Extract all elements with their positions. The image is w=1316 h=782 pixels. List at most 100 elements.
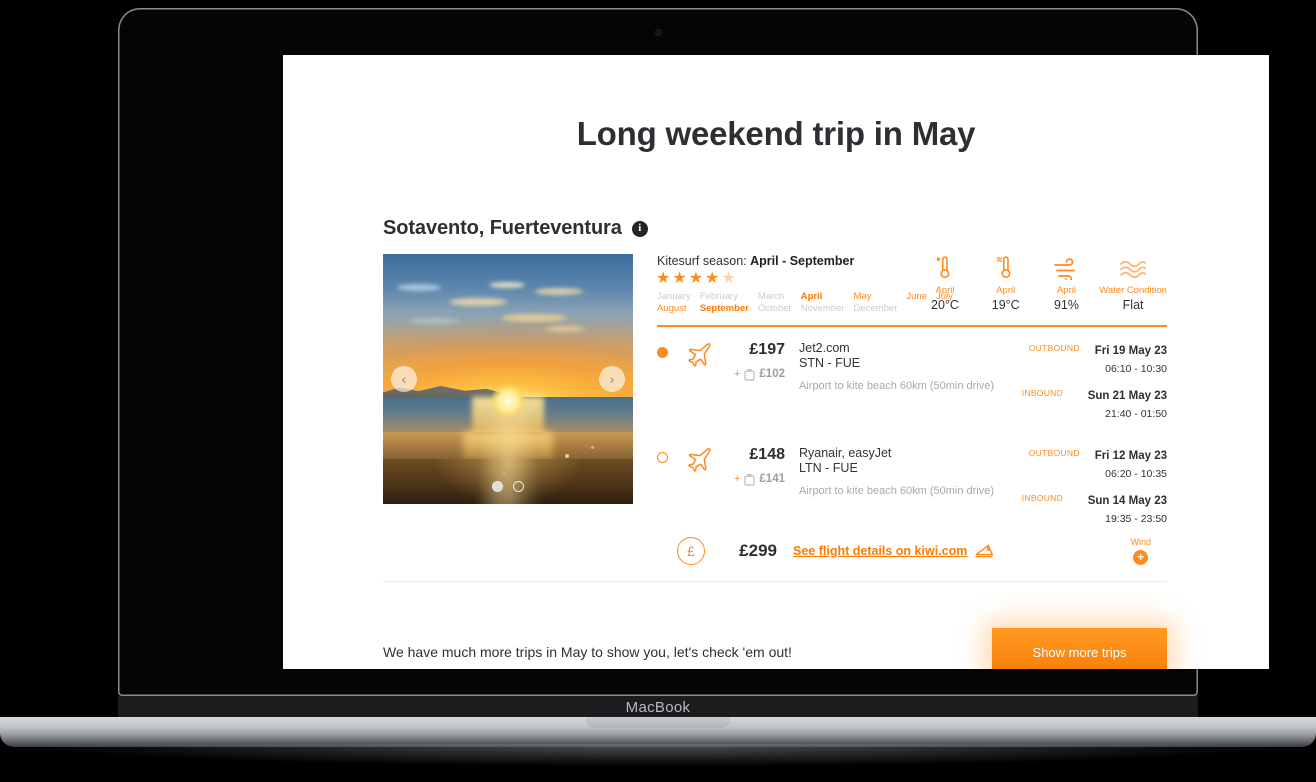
carousel-prev-icon[interactable]: ‹ <box>391 366 417 392</box>
water-waves-icon <box>1118 254 1148 280</box>
month-march: March <box>757 291 785 302</box>
month-december: December <box>853 303 898 314</box>
inbound-leg: INBOUND Sun 14 May 23 19:35 - 23:50 <box>999 491 1167 527</box>
star-half-icon: ★ <box>721 270 736 287</box>
metric-water-temperature: April 19°C <box>978 254 1034 312</box>
suitcase-icon <box>744 473 756 486</box>
macbook-base-shadow <box>38 744 1278 766</box>
flight-price-block: £148 + £141 <box>727 446 785 486</box>
plane-icon <box>683 446 727 478</box>
months-grid: January February March April May June Ju… <box>657 291 953 314</box>
outbound-date: Fri 12 May 23 <box>1094 449 1167 462</box>
currency-icon: £ <box>677 536 705 565</box>
flight-times: OUTBOUND Fri 12 May 23 06:20 - 10:35 INB… <box>999 446 1167 527</box>
metric-water-condition: Water Condition Flat <box>1099 254 1167 312</box>
metric-value: Flat <box>1122 298 1144 312</box>
baggage-row: + £141 <box>727 473 785 486</box>
wind-label: Wind <box>1130 536 1151 547</box>
water-temperature-icon <box>995 254 1017 280</box>
flight-times: OUTBOUND Fri 19 May 23 06:10 - 10:30 INB… <box>999 341 1167 422</box>
flight-option-row[interactable]: £197 + £102 Jet2.com STN - FUE Airport t… <box>657 327 1167 422</box>
weather-metrics: April 20°C April 19°C April 91% Water Co… <box>907 254 1167 312</box>
inbound-dates: Sun 21 May 23 21:40 - 01:50 <box>1088 386 1167 422</box>
add-wind-icon[interactable]: + <box>1133 549 1149 565</box>
flight-route: LTN - FUE <box>799 461 858 476</box>
sand-speck <box>591 446 594 449</box>
inbound-dates: Sun 14 May 23 19:35 - 23:50 <box>1088 491 1167 527</box>
kiwi-link[interactable]: See flight details on kiwi.com <box>793 544 967 558</box>
star-icon: ★ <box>688 270 704 287</box>
carousel-next-icon[interactable]: › <box>599 366 625 392</box>
inbound-tag: INBOUND <box>1021 492 1064 503</box>
page-title: Long weekend trip in May <box>576 115 976 152</box>
sand-speck <box>565 454 569 458</box>
outbound-tag: OUTBOUND <box>1028 447 1080 458</box>
inbound-date: Sun 21 May 23 <box>1087 389 1167 402</box>
month-january: January <box>657 291 691 302</box>
cloud <box>489 282 525 288</box>
metric-value: 91% <box>1053 298 1079 312</box>
flight-transfer-note: Airport to kite beach 60km (50min drive) <box>799 379 995 392</box>
flight-select-radio[interactable] <box>657 341 683 358</box>
sky-layer <box>383 254 633 402</box>
metric-label: Water Condition <box>1099 285 1167 296</box>
month-april: April <box>800 291 823 302</box>
outbound-dates: Fri 19 May 23 06:10 - 10:30 <box>1095 341 1167 377</box>
trip-section: Sotavento, Fuerteventura i ‹ › Kitesurf … <box>383 217 1167 669</box>
image-carousel[interactable]: ‹ › <box>383 254 633 504</box>
macbook-base <box>0 717 1316 747</box>
season-row: Kitesurf season: April - September ★ ★ ★… <box>656 254 1167 314</box>
cloud <box>397 284 441 291</box>
outbound-time: 06:20 - 10:35 <box>1105 467 1167 480</box>
total-row: £ £299 See flight details on kiwi.com Wi… <box>657 527 1167 565</box>
macbook-lid: Long weekend trip in May Sotavento, Fuer… <box>118 8 1269 696</box>
flight-airline: Ryanair, easyJet <box>799 445 892 460</box>
flight-details-link-group[interactable]: See flight details on kiwi.com <box>793 543 994 559</box>
outbound-time: 06:10 - 10:30 <box>1105 362 1167 375</box>
macbook-chin: MacBook <box>118 696 1198 718</box>
cloud <box>409 318 459 324</box>
carousel-dot-1[interactable] <box>492 481 503 492</box>
month-august: August <box>657 303 687 314</box>
macbook-brand-label: MacBook <box>625 698 691 716</box>
flight-route: STN - FUE <box>799 356 861 371</box>
inbound-leg: INBOUND Sun 21 May 23 21:40 - 01:50 <box>999 386 1167 422</box>
flight-option-row[interactable]: £148 + £141 Ryanair, easyJet LTN - FUE A… <box>657 422 1167 527</box>
star-icon: ★ <box>656 270 671 287</box>
trip-card: ‹ › Kitesurf season: April - September ★… <box>383 254 1167 565</box>
flight-price: £197 <box>749 340 785 358</box>
flight-price: £148 <box>749 445 785 463</box>
show-more-trips-button[interactable]: Show more trips <box>992 627 1167 669</box>
metric-label: April <box>996 285 1016 296</box>
outbound-leg: OUTBOUND Fri 12 May 23 06:20 - 10:35 <box>999 446 1167 482</box>
outbound-date: Fri 19 May 23 <box>1094 344 1167 357</box>
sun <box>491 384 525 418</box>
metric-label: April <box>1056 285 1076 296</box>
season-block: Kitesurf season: April - September ★ ★ ★… <box>656 254 953 314</box>
radio-unselected-icon <box>657 451 668 463</box>
ticket-icon <box>975 544 994 557</box>
macbook-screen: Long weekend trip in May Sotavento, Fuer… <box>283 55 1269 669</box>
flight-select-radio[interactable] <box>657 446 683 463</box>
plus-icon: + <box>733 367 741 380</box>
info-icon[interactable]: i <box>631 220 648 237</box>
wind-add-block: Wind + <box>1130 537 1167 565</box>
metric-value: 20°C <box>931 298 959 312</box>
inbound-tag: INBOUND <box>1021 387 1064 398</box>
trip-details-panel: Kitesurf season: April - September ★ ★ ★… <box>649 254 1167 565</box>
cloud <box>535 288 583 295</box>
cloud <box>449 298 507 306</box>
suitcase-icon <box>744 368 756 381</box>
footer-row: We have much more trips in May to show y… <box>383 627 1167 669</box>
carousel-dot-2[interactable] <box>513 481 524 492</box>
flight-price-block: £197 + £102 <box>727 341 785 381</box>
cloud <box>545 326 585 332</box>
outbound-dates: Fri 12 May 23 06:20 - 10:35 <box>1095 446 1167 482</box>
metric-air-temperature: April 20°C <box>917 254 973 312</box>
outbound-tag: OUTBOUND <box>1028 342 1080 353</box>
total-price: £299 <box>739 540 777 560</box>
inbound-time: 19:35 - 23:50 <box>1105 512 1167 525</box>
season-line: Kitesurf season: April - September <box>657 254 907 268</box>
carousel-dots <box>383 481 633 492</box>
outbound-leg: OUTBOUND Fri 19 May 23 06:10 - 10:30 <box>999 341 1167 377</box>
